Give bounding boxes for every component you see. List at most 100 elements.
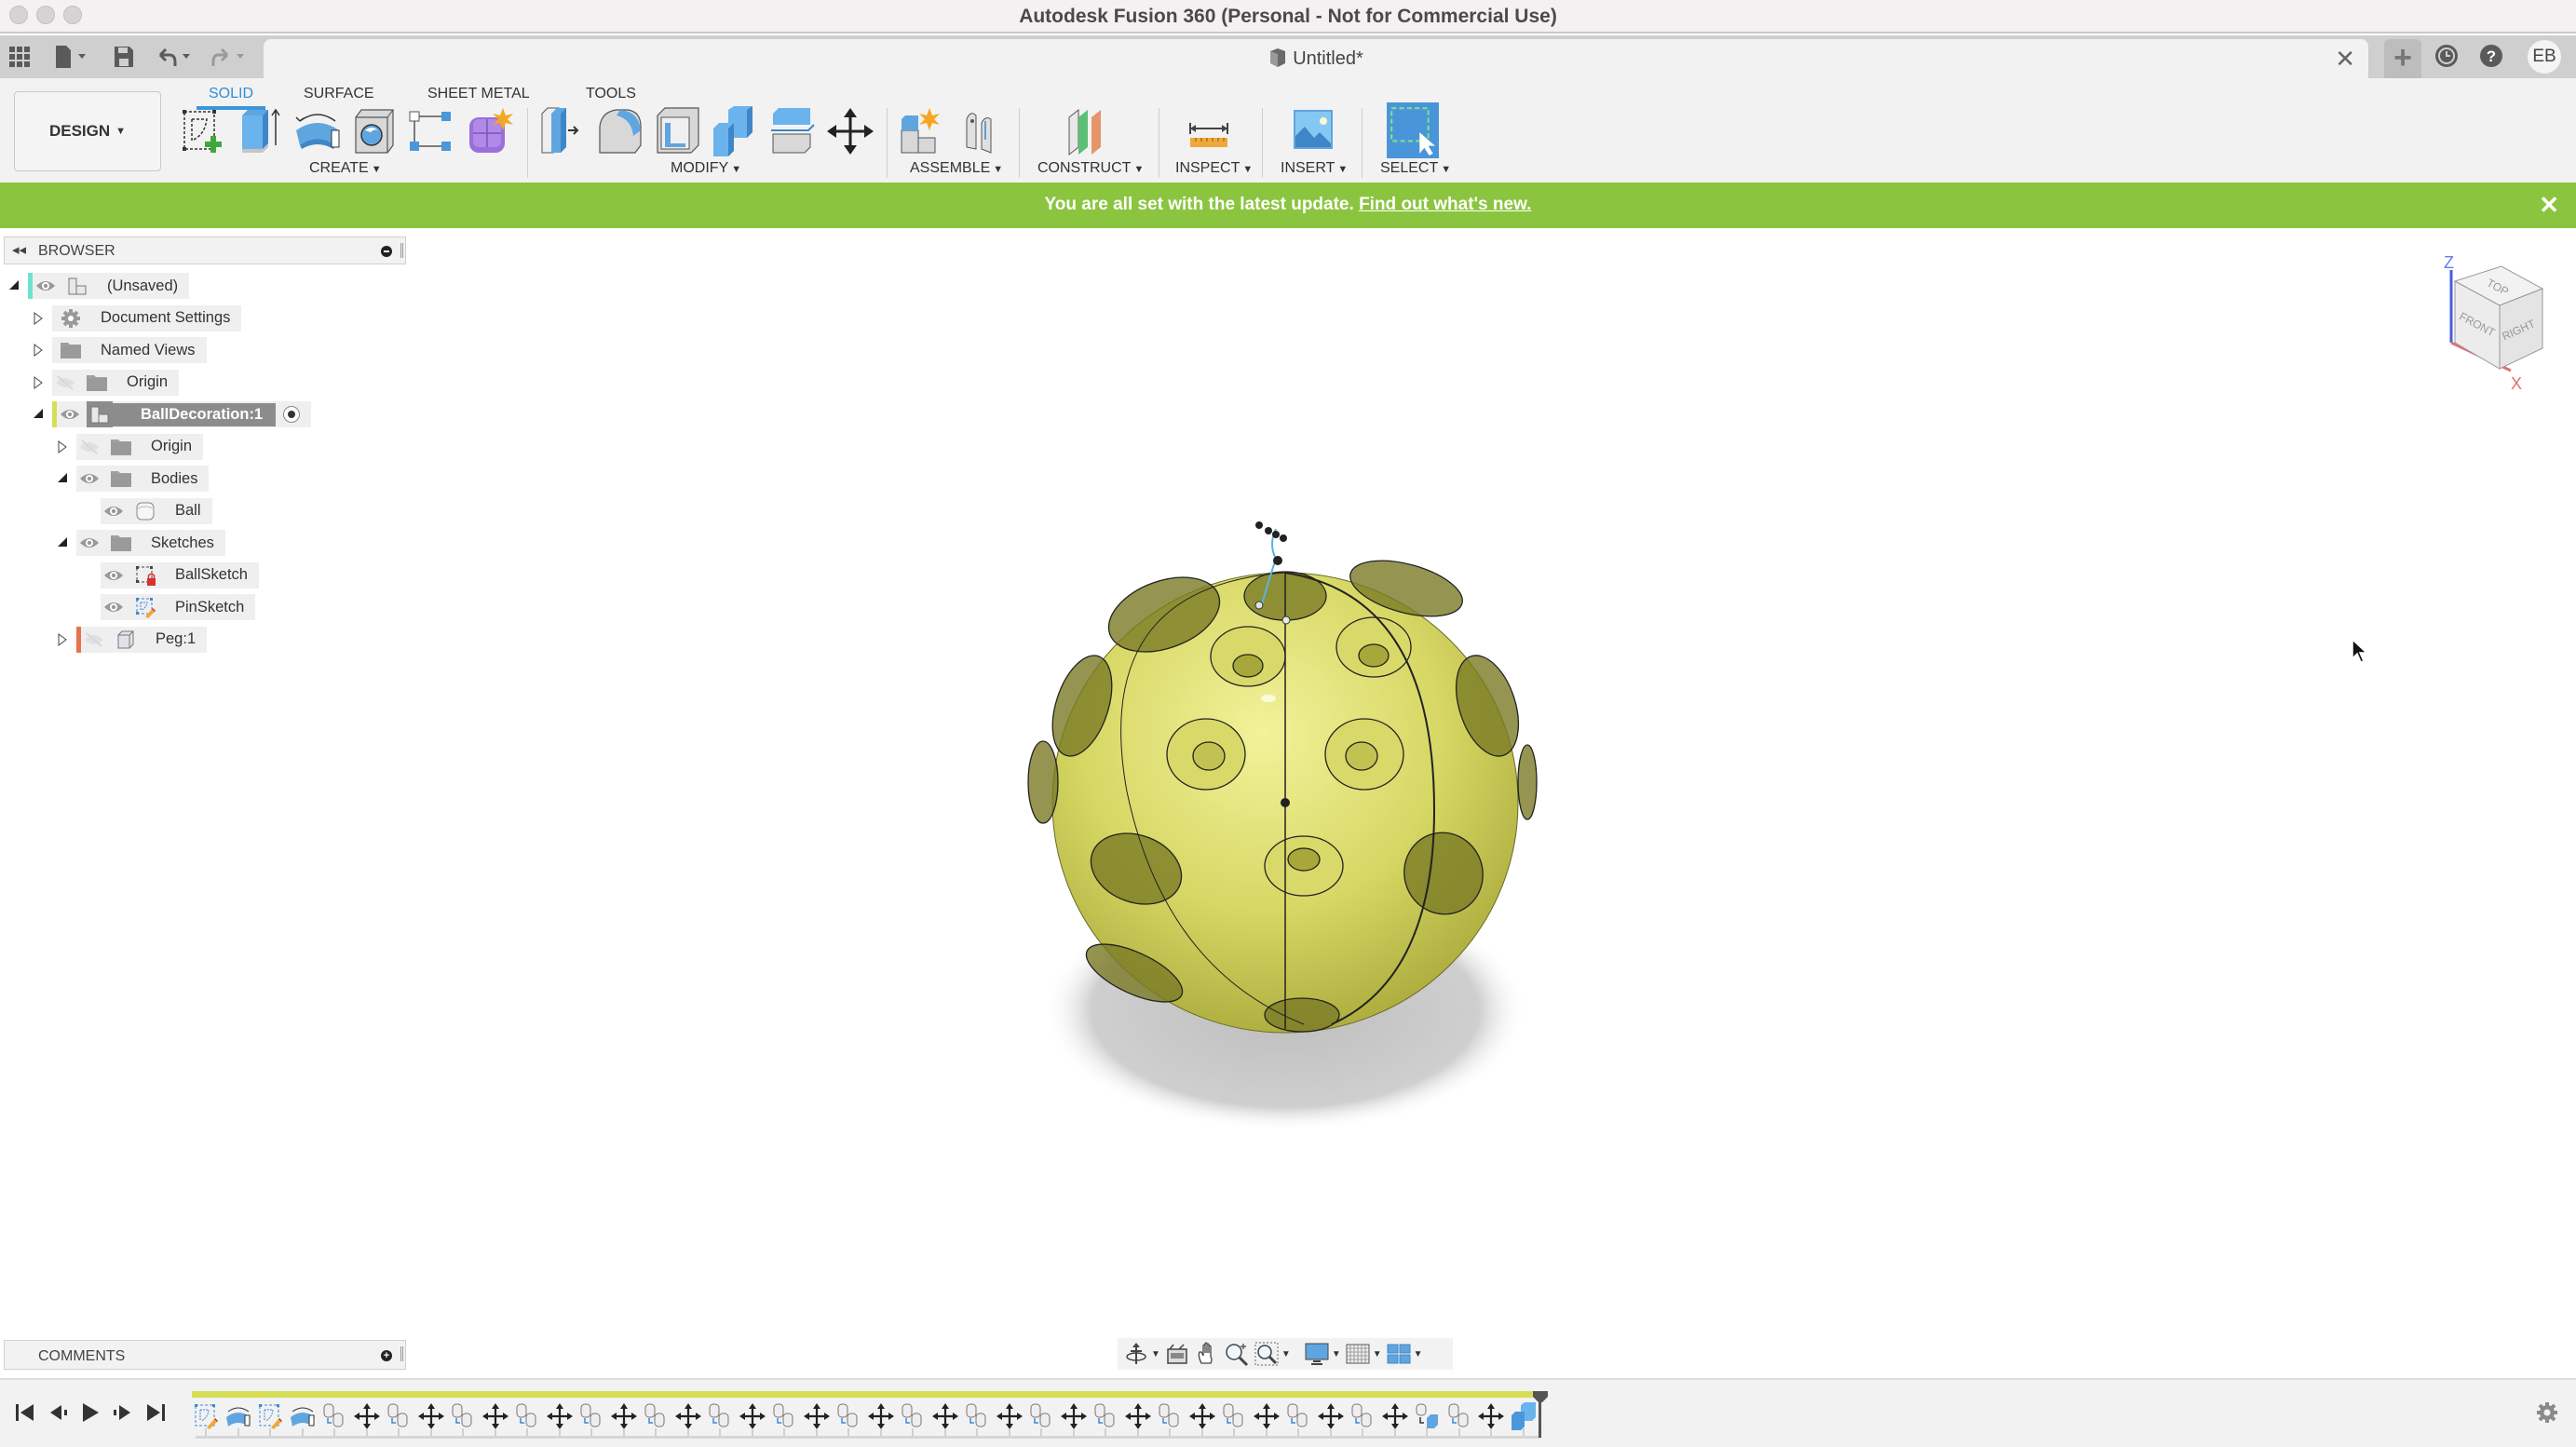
select-tool[interactable] (1387, 102, 1439, 158)
hidden-eye-icon[interactable] (76, 434, 102, 460)
hidden-eye-icon[interactable] (81, 627, 107, 653)
redo-button[interactable] (210, 45, 248, 69)
timeline-feature-copy-body[interactable] (577, 1402, 605, 1430)
expand-triangle-icon[interactable] (56, 440, 69, 453)
timeline-feature-copy-body[interactable] (963, 1402, 991, 1430)
fit-button[interactable]: ▼ (1254, 1340, 1291, 1368)
expand-triangle-icon[interactable] (56, 632, 69, 646)
orbit-button[interactable]: ▼ (1123, 1340, 1160, 1368)
construct-menu[interactable]: CONSTRUCT ▼ (1037, 160, 1144, 177)
timeline-feature-move[interactable] (1060, 1402, 1088, 1430)
file-menu-button[interactable] (54, 45, 91, 69)
minimize-panel-icon[interactable] (381, 246, 392, 257)
whats-new-link[interactable]: Find out what's new. (1359, 195, 1531, 214)
timeline-feature-copy-body[interactable] (899, 1402, 927, 1430)
assemble-menu[interactable]: ASSEMBLE ▼ (910, 160, 1003, 177)
offset-plane-tool[interactable] (1062, 106, 1112, 156)
timeline-feature-revolve[interactable] (289, 1402, 317, 1430)
timeline-feature-move[interactable] (739, 1402, 766, 1430)
timeline-feature-move[interactable] (546, 1402, 574, 1430)
extrude-tool[interactable] (235, 106, 285, 156)
browser-item-origin[interactable]: Origin (76, 433, 204, 460)
go-to-start-icon[interactable] (13, 1400, 37, 1425)
create-form-tool[interactable] (464, 106, 514, 156)
user-avatar[interactable]: EB (2528, 40, 2561, 74)
collapse-panel-icon[interactable]: ◂◂ (12, 241, 26, 258)
timeline-feature-copy-body[interactable] (449, 1402, 477, 1430)
create-menu[interactable]: CREATE ▼ (309, 160, 382, 177)
timeline-feature-move[interactable] (1188, 1402, 1216, 1430)
visibility-eye-icon[interactable] (33, 273, 59, 299)
activate-component-radio[interactable] (283, 406, 301, 423)
timeline-feature-body-to-component[interactable] (1413, 1402, 1441, 1430)
browser-item-peg-1[interactable]: Peg:1 (76, 626, 208, 653)
visibility-eye-icon[interactable] (101, 498, 127, 524)
collapse-triangle-icon[interactable] (56, 536, 69, 549)
timeline-feature-move[interactable] (353, 1402, 381, 1430)
expand-triangle-icon[interactable] (32, 311, 45, 325)
pan-button[interactable] (1194, 1340, 1220, 1368)
visibility-eye-icon[interactable] (101, 562, 127, 588)
shell-tool[interactable] (654, 106, 704, 156)
timeline-feature-copy-body[interactable] (834, 1402, 862, 1430)
view-cube[interactable]: Z X TOP FRONT RIGHT (2421, 251, 2570, 391)
collapse-triangle-icon[interactable] (32, 408, 45, 421)
undo-button[interactable] (156, 45, 194, 69)
timeline-feature-copy-body[interactable] (385, 1402, 413, 1430)
create-sketch-tool[interactable] (179, 106, 229, 156)
browser-item-pinsketch[interactable]: PinSketch (101, 594, 256, 620)
visibility-eye-icon[interactable] (101, 594, 127, 620)
browser-item--unsaved[interactable]: (Unsaved) (28, 273, 190, 299)
timeline-feature-move[interactable] (803, 1402, 831, 1430)
help-icon[interactable]: ? (2478, 43, 2504, 69)
new-tab-plus-icon[interactable]: + (2384, 39, 2421, 78)
ball-decoration-model[interactable] (1024, 503, 1546, 1136)
timeline-feature-move[interactable] (1381, 1402, 1409, 1430)
viewports-button[interactable]: ▼ (1386, 1340, 1423, 1368)
grid-settings-button[interactable]: ▼ (1345, 1340, 1382, 1368)
modify-menu[interactable]: MODIFY ▼ (671, 160, 741, 177)
revolve-tool[interactable] (292, 106, 343, 156)
timeline-feature-copy-body[interactable] (1027, 1402, 1055, 1430)
timeline-feature-copy-body[interactable] (1445, 1402, 1473, 1430)
timeline-feature-copy-body[interactable] (1349, 1402, 1376, 1430)
inspect-menu[interactable]: INSPECT ▼ (1175, 160, 1253, 177)
timeline-settings-gear-icon[interactable] (2535, 1400, 2559, 1425)
look-at-button[interactable] (1164, 1340, 1190, 1368)
panel-resize-grip[interactable] (400, 243, 403, 258)
browser-item-balldecoration-1[interactable]: BallDecoration:1 (52, 401, 312, 427)
timeline-feature-copy-body[interactable] (513, 1402, 541, 1430)
close-tab-icon[interactable]: ✕ (2335, 45, 2355, 74)
timeline-feature-copy-body[interactable] (706, 1402, 734, 1430)
timeline-feature-move[interactable] (610, 1402, 638, 1430)
collapse-triangle-icon[interactable] (7, 279, 20, 292)
timeline-feature-copy-body[interactable] (1220, 1402, 1248, 1430)
timeline-feature-move[interactable] (996, 1402, 1024, 1430)
new-component-tool[interactable] (898, 106, 948, 156)
expand-triangle-icon[interactable] (32, 344, 45, 357)
visibility-eye-icon[interactable] (76, 530, 102, 556)
combine-tool[interactable] (710, 106, 760, 156)
workspace-switcher-button[interactable]: DESIGN ▼ (14, 91, 161, 171)
timeline-feature-copy-body[interactable] (1284, 1402, 1312, 1430)
go-to-end-icon[interactable] (143, 1400, 168, 1425)
move-copy-tool[interactable] (825, 106, 875, 156)
insert-image-tool[interactable] (1288, 106, 1338, 156)
timeline-feature-copy-body[interactable] (1156, 1402, 1184, 1430)
play-icon[interactable] (78, 1400, 102, 1425)
timeline-feature-copy-body[interactable] (320, 1402, 348, 1430)
select-menu[interactable]: SELECT ▼ (1380, 160, 1451, 177)
step-forward-icon[interactable] (110, 1400, 134, 1425)
apps-grid-icon[interactable] (9, 45, 30, 69)
timeline-feature-revolve[interactable] (224, 1402, 252, 1430)
timeline-feature-sketch[interactable] (192, 1402, 220, 1430)
panel-resize-grip[interactable] (400, 1346, 403, 1361)
insert-menu[interactable]: INSERT ▼ (1281, 160, 1348, 177)
browser-item-ballsketch[interactable]: BallSketch (101, 561, 259, 588)
measure-tool[interactable] (1185, 106, 1235, 156)
timeline-feature-sketch[interactable] (256, 1402, 284, 1430)
fillet-tool[interactable] (596, 106, 646, 156)
expand-triangle-icon[interactable] (32, 375, 45, 389)
timeline-feature-copy-body[interactable] (770, 1402, 798, 1430)
browser-item-named-views[interactable]: Named Views (52, 337, 207, 363)
